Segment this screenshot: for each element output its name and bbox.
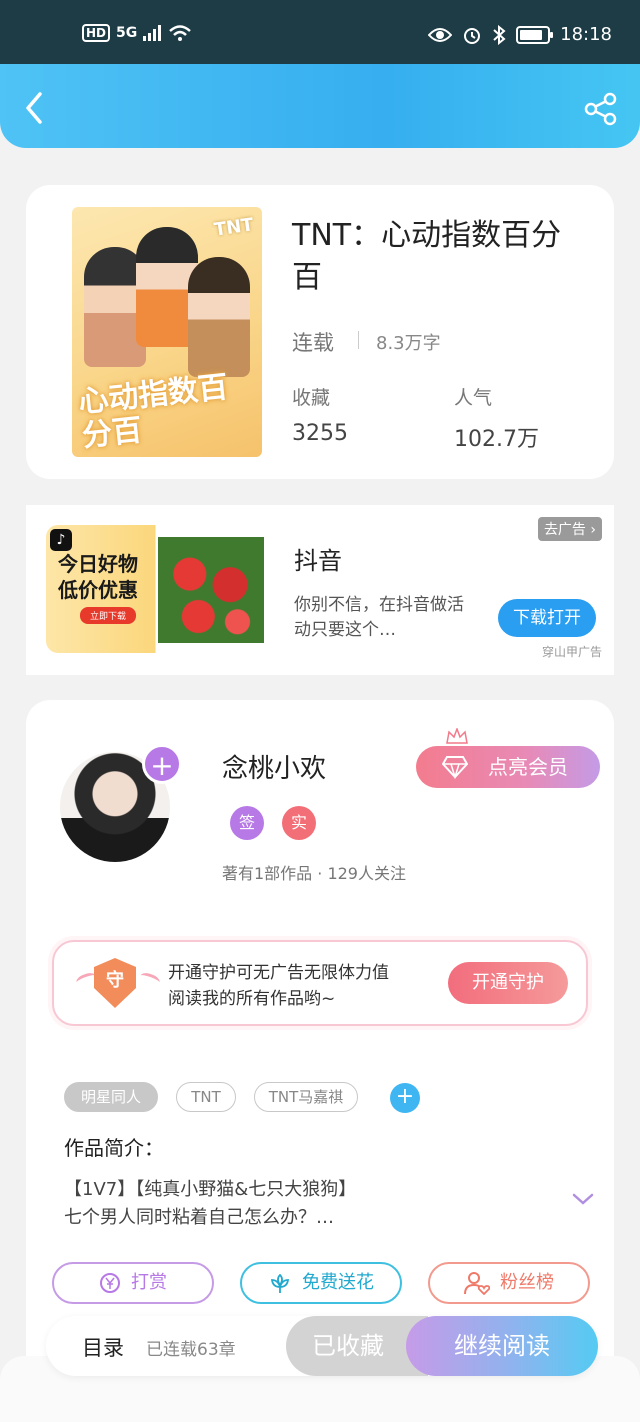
back-button[interactable] (20, 90, 50, 126)
favorites-value: 3255 (292, 421, 348, 446)
remove-ad-label: 去广告 (543, 522, 586, 538)
fans-ranking-button[interactable]: 粉丝榜 (428, 1262, 590, 1304)
status-bar: HD 5G 18:18 (0, 0, 640, 64)
crown-icon (446, 728, 468, 744)
guard-text-line: 阅读我的所有作品哟~ (168, 989, 336, 1009)
status-right: 18:18 (428, 24, 612, 45)
chevron-down-icon: › (590, 522, 596, 538)
eye-icon (428, 27, 453, 42)
reward-label: 打赏 (131, 1272, 167, 1293)
intro-line: 七个男人同时粘着自己怎么办？… (64, 1207, 334, 1228)
diamond-icon (442, 756, 468, 779)
flower-icon (270, 1273, 290, 1293)
shield-icon: 守 (94, 958, 136, 1008)
ad-image-download: 立即下载 (80, 607, 137, 624)
guard-banner[interactable]: 守 开通守护可无广告无限体力值 阅读我的所有作品哟~ 开通守护 (52, 940, 588, 1026)
tag-chip[interactable]: TNT马嘉祺 (254, 1082, 358, 1112)
wing-decoration (138, 970, 162, 988)
open-guard-button[interactable]: 开通守护 (448, 962, 568, 1004)
intro-line: 【1V7】【纯真小野猫&七只大狼狗】 (64, 1179, 357, 1200)
wifi-icon (169, 25, 192, 41)
header-bar (0, 64, 640, 148)
bottom-action-bar: 目录 已连载63章 已收藏 继续阅读 (46, 1316, 598, 1376)
ad-title: 抖音 (294, 547, 342, 575)
signal-icon (143, 25, 162, 41)
add-tag-button[interactable]: + (390, 1083, 420, 1113)
wing-decoration (74, 970, 98, 988)
tomato-photo (158, 537, 264, 643)
free-flower-label: 免费送花 (302, 1272, 374, 1293)
guard-text-line: 开通守护可无广告无限体力值 (168, 963, 389, 983)
intro-text: 【1V7】【纯真小野猫&七只大狼狗】 七个男人同时粘着自己怎么办？… (64, 1176, 544, 1232)
network-label: 5G (116, 25, 138, 41)
user-heart-icon (464, 1272, 490, 1295)
continue-reading-button[interactable]: 继续阅读 (406, 1316, 598, 1376)
tag-chip[interactable]: 明星同人 (64, 1082, 158, 1112)
author-meta: 著有1部作品 · 129人关注 (222, 864, 406, 883)
book-title: TNT：心动指数百分百 (292, 218, 562, 295)
ad-image[interactable]: ♪ 今日好物 低价优惠 立即下载 (46, 525, 274, 653)
ad-image-line: 今日好物 (58, 552, 138, 576)
divider (358, 331, 359, 349)
bluetooth-icon (493, 24, 506, 45)
remove-ad-button[interactable]: 去广告 › (537, 517, 602, 541)
follow-button[interactable]: + (142, 744, 182, 784)
favorites-label: 收藏 (292, 387, 331, 409)
guard-text: 开通守护可无广告无限体力值 阅读我的所有作品哟~ (168, 960, 389, 1012)
status-left: HD 5G (82, 24, 192, 42)
intro-label: 作品简介： (64, 1136, 164, 1160)
author-card: + 念桃小欢 签 实 著有1部作品 · 129人关注 点亮会员 守 开通守护可无… (26, 700, 614, 1380)
vip-button-label: 点亮会员 (488, 755, 568, 779)
book-status: 连载 (292, 331, 334, 355)
expand-chevron-icon[interactable] (572, 1192, 594, 1206)
time: 18:18 (560, 24, 612, 45)
ad-source: 穿山甲广告 (541, 645, 602, 659)
ad-download-button[interactable]: 下载打开 (498, 599, 596, 637)
ad-description: 你别不信，在抖音做活动只要这个… (294, 595, 464, 640)
chapter-count: 已连载63章 (146, 1340, 236, 1360)
alarm-icon (464, 27, 481, 44)
tiktok-icon: ♪ (50, 529, 72, 551)
tag-chip[interactable]: TNT (176, 1082, 236, 1112)
coin-icon (100, 1273, 120, 1293)
cover-figure (188, 257, 250, 377)
book-cover[interactable]: TNT 心动指数百分百 (72, 207, 262, 457)
popularity-value: 102.7万 (454, 427, 539, 452)
reward-button[interactable]: 打赏 (52, 1262, 214, 1304)
fans-ranking-label: 粉丝榜 (500, 1272, 554, 1293)
ad-image-line: 低价优惠 (58, 578, 138, 602)
book-info-card: TNT 心动指数百分百 TNT：心动指数百分百 连载 8.3万字 收藏 3255… (26, 185, 614, 479)
popularity-label: 人气 (454, 387, 493, 409)
verified-badge: 实 (282, 806, 316, 840)
ad-banner[interactable]: ♪ 今日好物 低价优惠 立即下载 去广告 › 抖音 你别不信，在抖音做活动只要这… (26, 505, 614, 675)
cover-tag: TNT (213, 214, 256, 241)
share-button[interactable] (584, 92, 618, 126)
vip-button[interactable]: 点亮会员 (416, 746, 600, 788)
ad-image-text: 今日好物 低价优惠 (58, 551, 138, 603)
author-name[interactable]: 念桃小欢 (222, 748, 326, 785)
book-word-count: 8.3万字 (376, 333, 441, 354)
cover-title: 心动指数百分百 (76, 369, 230, 455)
toc-button[interactable]: 目录 (82, 1332, 124, 1362)
signed-badge: 签 (230, 806, 264, 840)
battery-icon (516, 25, 554, 44)
hd-badge: HD (82, 24, 111, 42)
free-flower-button[interactable]: 免费送花 (240, 1262, 402, 1304)
